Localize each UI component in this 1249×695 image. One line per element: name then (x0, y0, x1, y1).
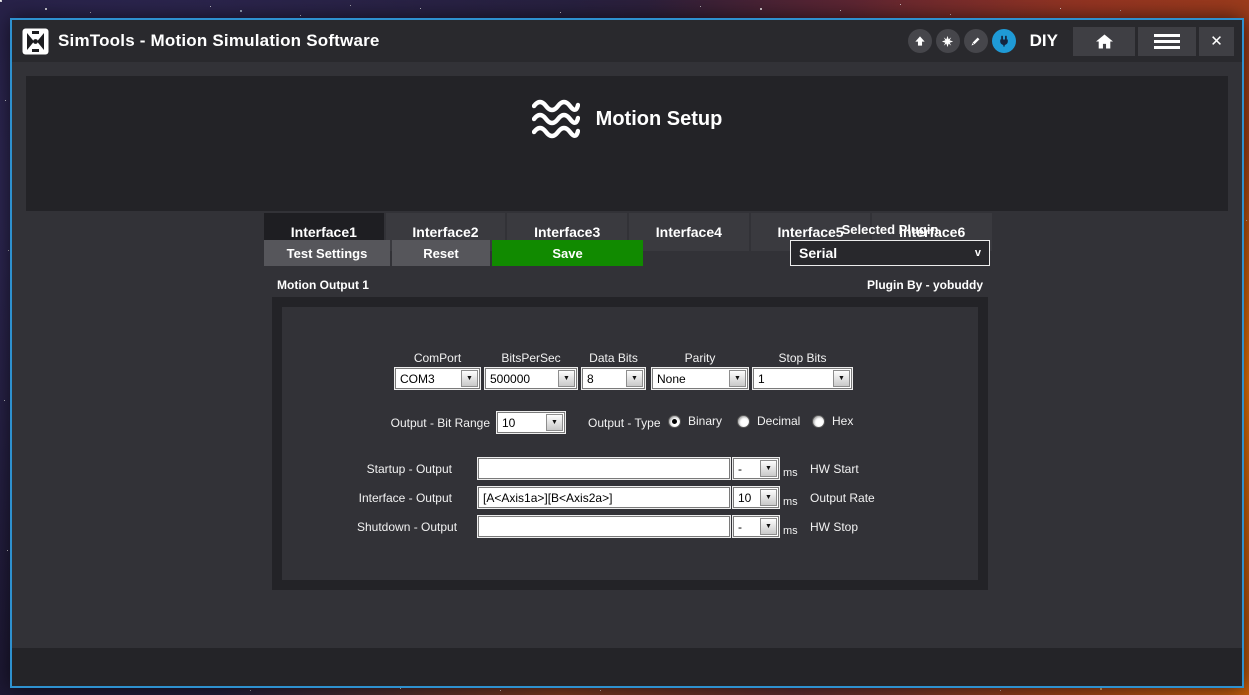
radio-binary[interactable]: Binary (668, 414, 722, 428)
output-type-label: Output - Type (588, 416, 661, 430)
startup-interval-select[interactable]: - ▼ (733, 458, 779, 479)
dropdown-arrow-icon: ▼ (461, 370, 478, 387)
radio-hex[interactable]: Hex (812, 414, 853, 428)
test-settings-button[interactable]: Test Settings (264, 240, 390, 266)
reset-button[interactable]: Reset (392, 240, 490, 266)
interface-interval-select[interactable]: 10 ▼ (733, 487, 779, 508)
edit-button[interactable] (964, 29, 988, 53)
window-title: SimTools - Motion Simulation Software (58, 31, 380, 51)
selected-plugin-label: Selected Plugin (790, 222, 990, 237)
toolbar: Test Settings Reset Save (264, 240, 643, 266)
close-icon: ✕ (1210, 32, 1223, 50)
radio-decimal-circle (737, 415, 750, 428)
dropdown-arrow-icon: ▼ (760, 489, 777, 506)
plugin-select[interactable]: Serial v (790, 240, 990, 266)
bit-range-select[interactable]: 10 ▼ (497, 412, 565, 433)
burst-icon (940, 34, 955, 49)
page-title: Motion Setup (596, 108, 723, 131)
comport-select[interactable]: COM3 ▼ (395, 368, 480, 389)
home-icon (1095, 33, 1114, 50)
motion-setup-brand: Motion Setup (26, 98, 1228, 140)
radio-hex-circle (812, 415, 825, 428)
hamburger-icon (1154, 34, 1180, 49)
footer-bar (12, 648, 1242, 686)
up-arrow-button[interactable] (908, 29, 932, 53)
stopbits-select[interactable]: 1 ▼ (753, 368, 852, 389)
bitspersec-label: BitsPerSec (485, 351, 577, 365)
titlebar: SimTools - Motion Simulation Software (12, 20, 1242, 62)
dropdown-arrow-icon: ▼ (760, 518, 777, 535)
section-header: Motion Output 1 Plugin By - yobuddy (272, 278, 988, 292)
dropdown-arrow-icon: ▼ (833, 370, 850, 387)
shutdown-interval-value: - (738, 520, 758, 534)
burst-button[interactable] (936, 29, 960, 53)
radio-binary-circle (668, 415, 681, 428)
shutdown-interval-select[interactable]: - ▼ (733, 516, 779, 537)
dropdown-arrow-icon: ▼ (546, 414, 563, 431)
save-button[interactable]: Save (492, 240, 643, 266)
comport-value: COM3 (400, 372, 459, 386)
radio-binary-label: Binary (688, 414, 722, 428)
motion-output-title: Motion Output 1 (277, 278, 369, 292)
home-button[interactable] (1073, 27, 1135, 56)
tab-interface4[interactable]: Interface4 (629, 213, 749, 251)
diy-badge: DIY (1030, 31, 1058, 51)
dropdown-arrow-icon: ▼ (558, 370, 575, 387)
interface-interval-value: 10 (738, 491, 758, 505)
close-button[interactable]: ✕ (1199, 27, 1234, 56)
databits-value: 8 (587, 372, 624, 386)
interface-ms-unit: ms (783, 496, 798, 508)
chevron-down-icon: v (975, 247, 981, 259)
shutdown-output-label: Shutdown - Output (357, 520, 452, 534)
output-rate-label: Output Rate (810, 491, 875, 505)
radio-hex-label: Hex (832, 414, 853, 428)
hw-start-label: HW Start (810, 462, 859, 476)
app-window: SimTools - Motion Simulation Software (10, 18, 1244, 688)
startup-interval-value: - (738, 462, 758, 476)
up-arrow-icon (913, 34, 927, 48)
groupbox-inner (282, 307, 978, 580)
databits-select[interactable]: 8 ▼ (582, 368, 645, 389)
stopbits-value: 1 (758, 372, 831, 386)
interface-output-input[interactable] (478, 487, 730, 508)
parity-value: None (657, 372, 727, 386)
shutdown-ms-unit: ms (783, 525, 798, 537)
databits-label: Data Bits (582, 351, 645, 365)
startup-output-label: Startup - Output (357, 462, 452, 476)
dropdown-arrow-icon: ▼ (760, 460, 777, 477)
plugin-credit: Plugin By - yobuddy (867, 278, 983, 292)
header-panel: Motion Setup Interface1 Interface2 Inter… (26, 76, 1228, 211)
bit-range-value: 10 (502, 416, 544, 430)
startup-ms-unit: ms (783, 467, 798, 479)
bit-range-label: Output - Bit Range (340, 416, 490, 430)
menu-button[interactable] (1138, 27, 1196, 56)
radio-decimal-label: Decimal (757, 414, 800, 428)
shutdown-output-input[interactable] (478, 516, 730, 537)
pencil-icon (969, 35, 982, 48)
motion-output-groupbox: ComPort BitsPerSec Data Bits Parity Stop… (272, 297, 988, 590)
waves-icon (532, 98, 580, 140)
dropdown-arrow-icon: ▼ (626, 370, 643, 387)
titlebar-controls: DIY ✕ (904, 27, 1234, 56)
parity-select[interactable]: None ▼ (652, 368, 748, 389)
bitspersec-value: 500000 (490, 372, 556, 386)
plug-icon (997, 34, 1011, 48)
dropdown-arrow-icon: ▼ (729, 370, 746, 387)
hw-stop-label: HW Stop (810, 520, 858, 534)
simtools-logo-icon (22, 28, 49, 55)
interface-output-label: Interface - Output (357, 491, 452, 505)
plugin-select-value: Serial (799, 245, 837, 261)
bitspersec-select[interactable]: 500000 ▼ (485, 368, 577, 389)
startup-output-input[interactable] (478, 458, 730, 479)
comport-label: ComPort (395, 351, 480, 365)
plug-button[interactable] (992, 29, 1016, 53)
radio-decimal[interactable]: Decimal (737, 414, 800, 428)
stopbits-label: Stop Bits (753, 351, 852, 365)
parity-label: Parity (652, 351, 748, 365)
